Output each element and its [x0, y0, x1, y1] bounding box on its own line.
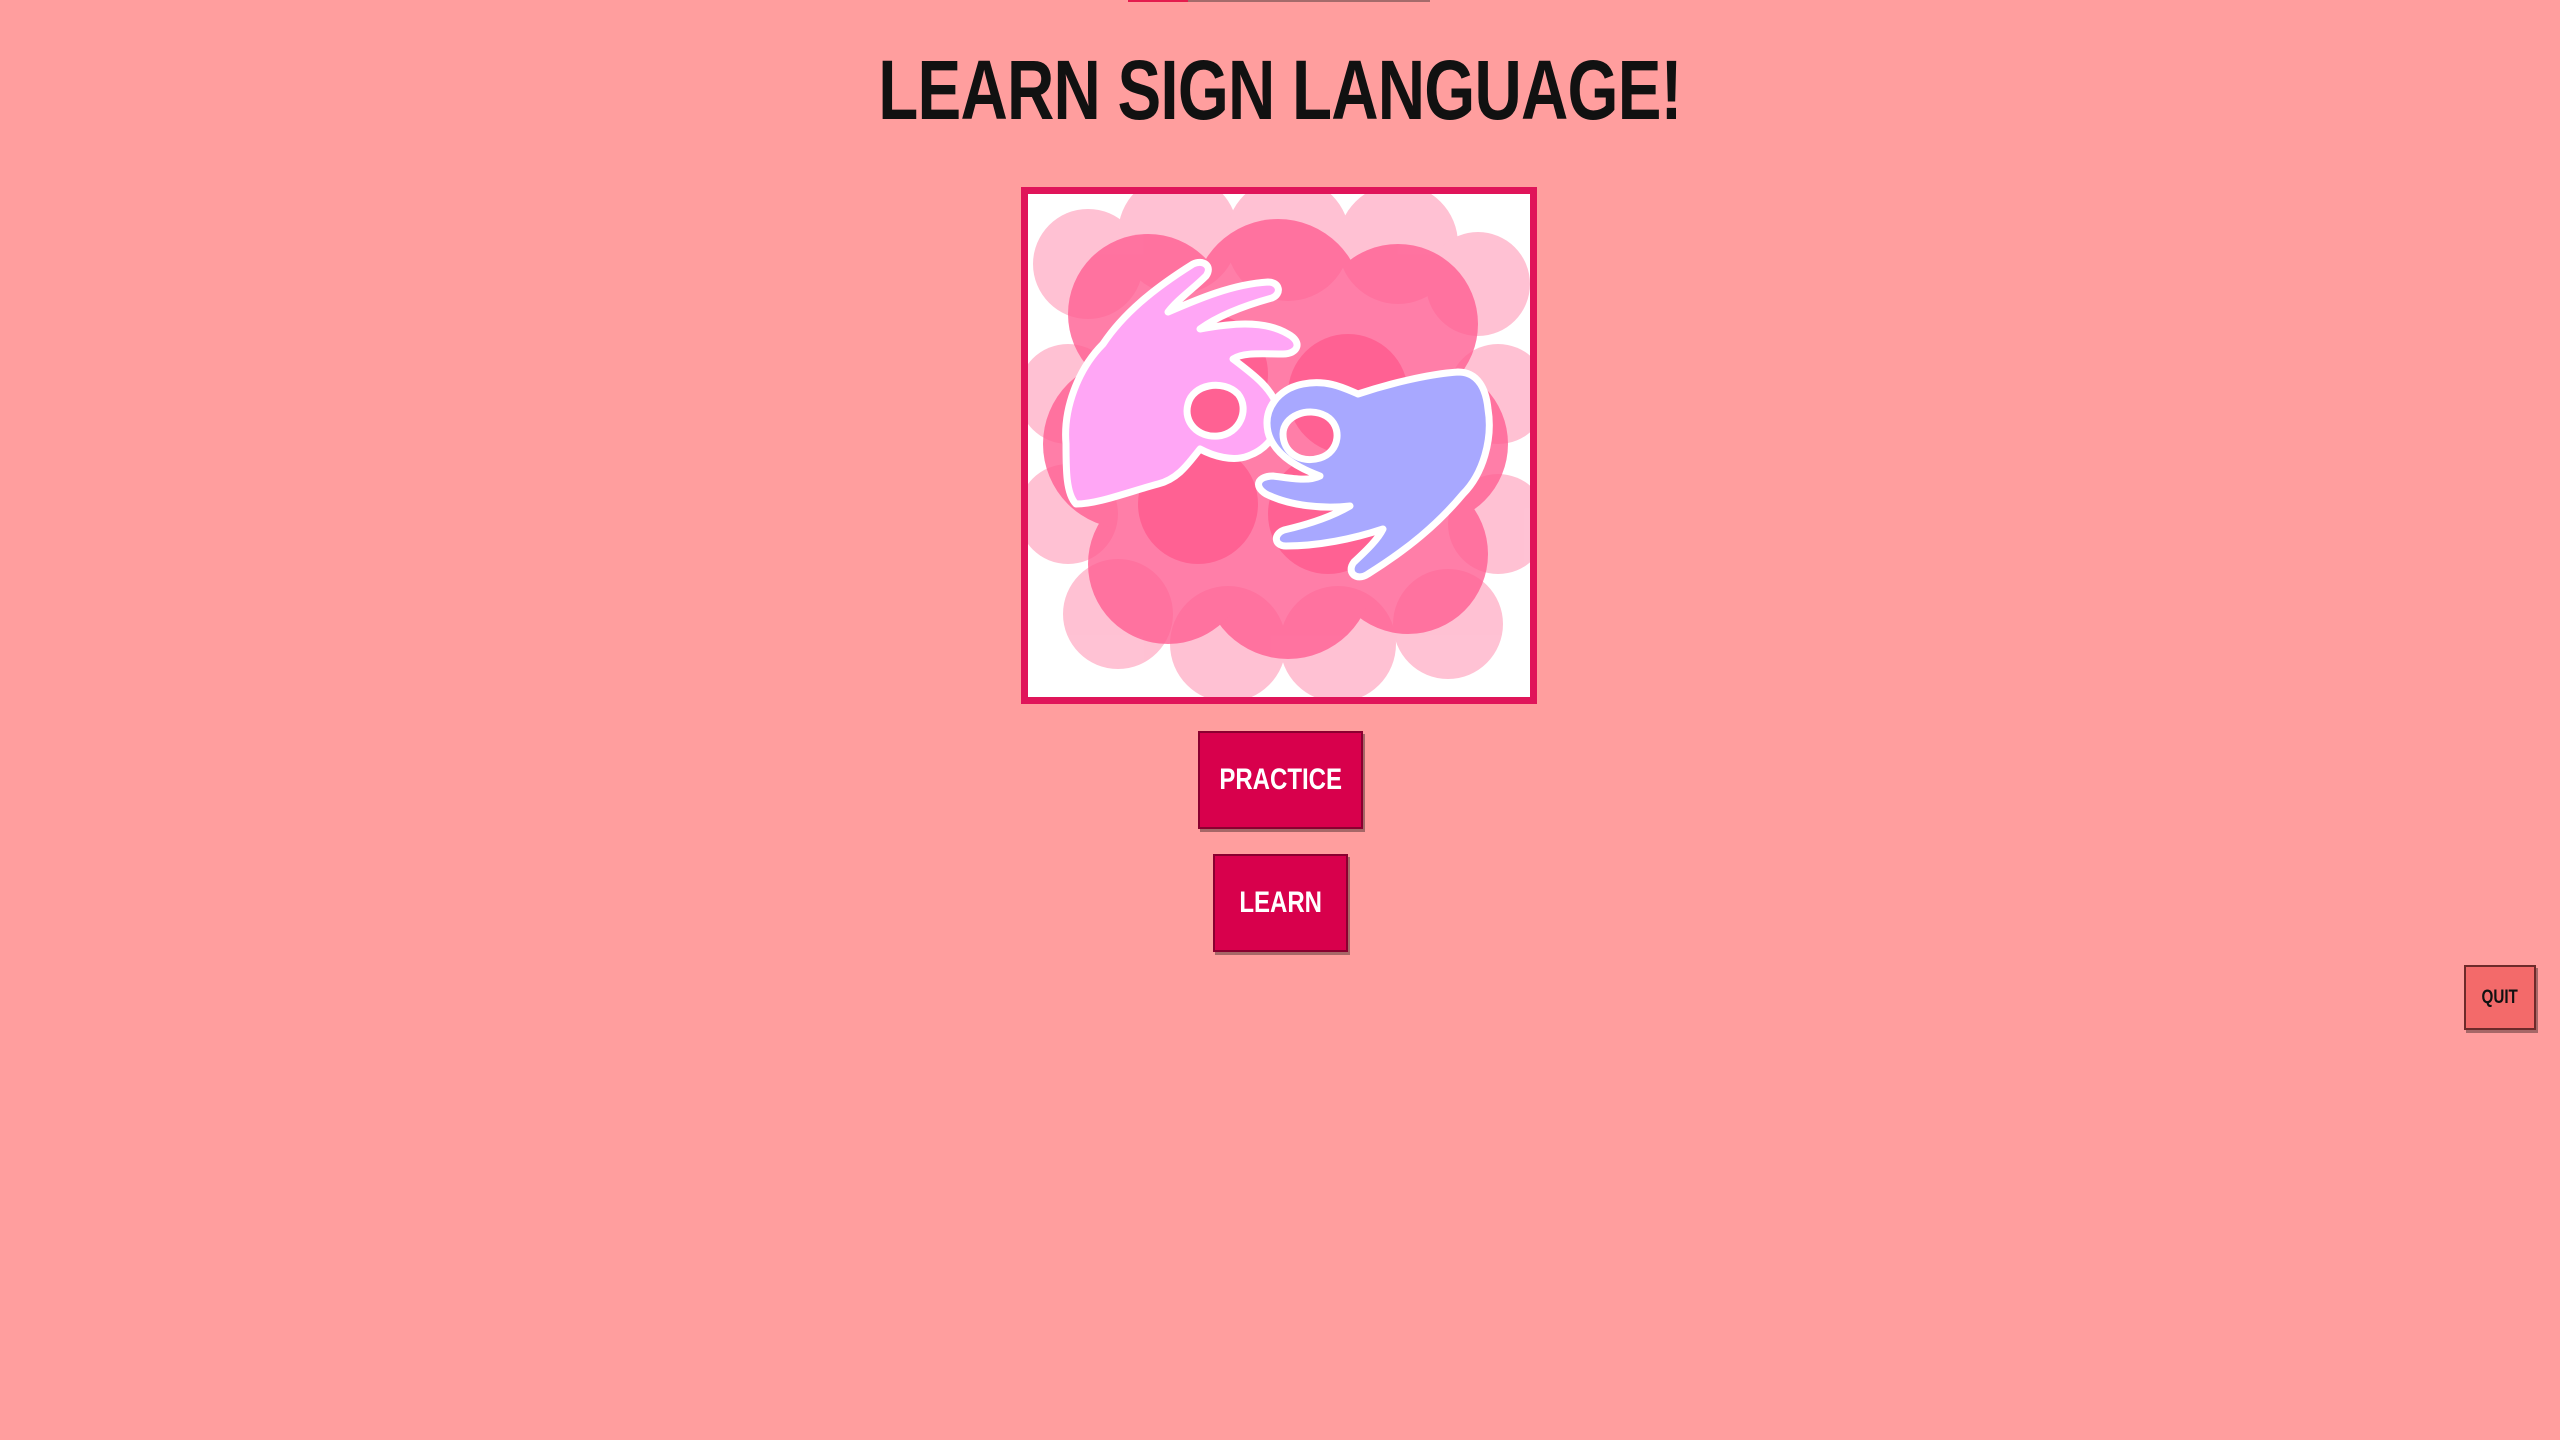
quit-button[interactable]: QUIT: [2464, 965, 2536, 1030]
sign-language-hands-icon: [1028, 194, 1530, 697]
learn-button[interactable]: LEARN: [1213, 854, 1348, 952]
sign-language-logo: [1021, 187, 1537, 704]
practice-button-label: PRACTICE: [1219, 763, 1342, 796]
practice-button[interactable]: PRACTICE: [1198, 731, 1363, 829]
page-title: LEARN SIGN LANGUAGE!: [878, 43, 1682, 137]
quit-button-label: QUIT: [2481, 987, 2519, 1008]
learn-button-label: LEARN: [1239, 886, 1322, 919]
app-window: LEARN SIGN LANGUAGE! PRACTICE LEARN QUIT: [0, 0, 2560, 1440]
top-strip-accent: [1128, 0, 1188, 2]
